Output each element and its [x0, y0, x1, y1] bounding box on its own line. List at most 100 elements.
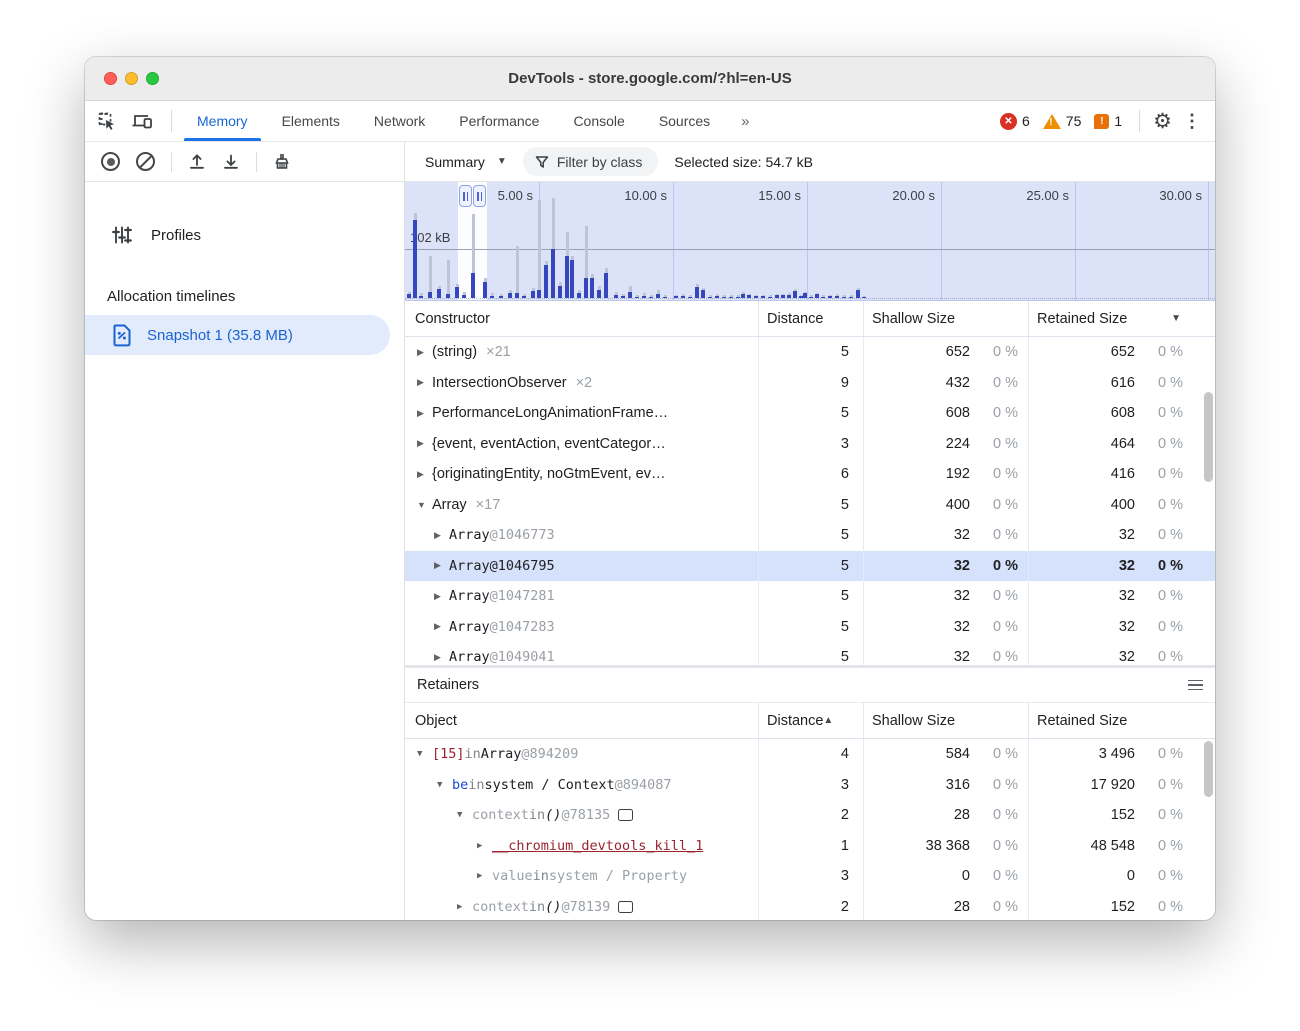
tab-network[interactable]: Network — [357, 101, 442, 141]
load-profile-icon[interactable] — [188, 153, 206, 171]
save-profile-icon[interactable] — [222, 153, 240, 171]
column-header-distance[interactable]: Distance — [758, 301, 863, 336]
table-row[interactable]: ▶Array @10467735320 %320 % — [405, 520, 1215, 551]
expander-icon[interactable]: ▶ — [434, 591, 449, 602]
selected-size-label: Selected size: 54.7 kB — [674, 154, 813, 170]
divider — [171, 110, 172, 132]
distance-cell: 2 — [758, 892, 863, 921]
distance-cell: 2 — [758, 800, 863, 831]
live-bar — [803, 293, 807, 298]
expander-icon[interactable]: ▶ — [434, 530, 449, 541]
console-warnings-badge[interactable]: 75 — [1043, 113, 1082, 129]
zoom-window-button[interactable] — [146, 72, 159, 85]
column-header-object[interactable]: Object — [405, 703, 758, 738]
vertical-scrollbar-thumb[interactable] — [1204, 392, 1213, 482]
frame-icon — [618, 809, 633, 821]
expander-icon[interactable]: ▶ — [477, 841, 492, 851]
constructor-cell: ▼Array×17 — [405, 490, 758, 521]
tab-console[interactable]: Console — [556, 101, 641, 141]
live-bar — [856, 290, 860, 298]
tab-elements[interactable]: Elements — [265, 101, 357, 141]
column-header-retained-size[interactable]: Retained Size — [1028, 703, 1215, 738]
expander-icon[interactable]: ▼ — [417, 749, 432, 759]
expander-icon[interactable]: ▶ — [434, 621, 449, 632]
table-row[interactable]: ▶__chromium_devtools_kill_1138 3680 %48 … — [405, 831, 1215, 862]
expander-icon[interactable]: ▶ — [477, 871, 492, 881]
expander-icon[interactable]: ▼ — [457, 810, 472, 820]
tab-sources[interactable]: Sources — [642, 101, 727, 141]
table-row[interactable]: ▶Array @10472815320 %320 % — [405, 581, 1215, 612]
record-heap-icon[interactable] — [101, 152, 120, 171]
column-header-shallow-size[interactable]: Shallow Size — [863, 301, 1028, 336]
vertical-scrollbar-thumb[interactable] — [1204, 741, 1213, 797]
kebab-menu-icon[interactable]: ⋮ — [1181, 112, 1201, 130]
table-row[interactable]: ▶Array @10490415320 %320 % — [405, 642, 1215, 665]
shallow-size-cell: 38 3680 % — [863, 831, 1028, 862]
allocated-bar — [447, 260, 450, 298]
table-row[interactable]: ▶value in system / Property300 %00 % — [405, 861, 1215, 892]
live-bar — [590, 278, 594, 298]
sidebar-item-snapshot-1[interactable]: Snapshot 1 (35.8 MB) — [85, 315, 390, 355]
expander-icon[interactable]: ▼ — [437, 780, 452, 790]
delete-profiles-brush-icon[interactable] — [273, 152, 291, 172]
error-icon: ✕ — [1000, 113, 1017, 130]
issues-badge[interactable]: ! 1 — [1094, 113, 1122, 129]
console-errors-badge[interactable]: ✕ 6 — [1000, 113, 1030, 130]
column-header-shallow-size[interactable]: Shallow Size — [863, 703, 1028, 738]
shallow-size-cell: 320 % — [863, 551, 1028, 582]
retained-size-cell: 3 4960 % — [1028, 739, 1215, 770]
column-header-constructor[interactable]: Constructor — [405, 301, 758, 336]
retained-size-cell: 00 % — [1028, 861, 1215, 892]
column-header-retained-size[interactable]: Retained Size ▼ — [1028, 301, 1215, 336]
table-row[interactable]: ▶(string)×2156520 %6520 % — [405, 337, 1215, 368]
perspective-select[interactable]: Summary ▼ — [419, 150, 513, 174]
table-row[interactable]: ▶PerformanceLongAnimationFrame…56080 %60… — [405, 398, 1215, 429]
clear-icon[interactable] — [136, 152, 155, 171]
expander-icon[interactable]: ▶ — [417, 377, 432, 388]
table-row[interactable]: ▼be in system / Context @89408733160 %17… — [405, 770, 1215, 801]
table-row[interactable]: ▶context in () @781392280 %1520 % — [405, 892, 1215, 921]
profiles-header[interactable]: Profiles — [85, 216, 404, 254]
expander-icon[interactable]: ▶ — [457, 902, 472, 912]
column-header-distance[interactable]: Distance▲ — [758, 703, 863, 738]
table-row[interactable]: ▶{originatingEntity, noGtmEvent, ev…6192… — [405, 459, 1215, 490]
retained-size-cell: 320 % — [1028, 642, 1215, 665]
distance-cell: 5 — [758, 581, 863, 612]
tab-memory[interactable]: Memory — [180, 101, 265, 141]
more-tabs-button[interactable]: » — [727, 101, 762, 141]
table-row[interactable]: ▶Array @10467955320 %320 % — [405, 551, 1215, 582]
expander-icon[interactable]: ▶ — [417, 438, 432, 449]
allocation-timeline-chart[interactable]: 5.00 s10.00 s15.00 s20.00 s25.00 s30.00 … — [405, 182, 1215, 301]
table-row[interactable]: ▶Array @10472835320 %320 % — [405, 612, 1215, 643]
tab-performance[interactable]: Performance — [442, 101, 556, 141]
expander-icon[interactable]: ▶ — [434, 652, 449, 663]
selection-handle-right[interactable] — [473, 185, 486, 207]
live-bar — [483, 282, 487, 298]
live-bar — [781, 295, 785, 298]
expander-icon[interactable]: ▶ — [434, 560, 449, 571]
object-cell: ▼be in system / Context @894087 — [405, 770, 758, 801]
live-bar — [446, 294, 450, 298]
selection-handle-left[interactable] — [459, 185, 472, 207]
close-window-button[interactable] — [104, 72, 117, 85]
distance-cell: 5 — [758, 642, 863, 665]
table-row[interactable]: ▼context in () @781352280 %1520 % — [405, 800, 1215, 831]
hamburger-menu-icon[interactable] — [1188, 680, 1203, 691]
expander-icon[interactable]: ▶ — [417, 347, 432, 358]
retained-size-cell: 4000 % — [1028, 490, 1215, 521]
device-toolbar-icon[interactable] — [131, 112, 153, 130]
filter-by-class-input[interactable]: Filter by class — [523, 147, 659, 176]
table-row[interactable]: ▼[15] in Array @89420945840 %3 4960 % — [405, 739, 1215, 770]
table-row[interactable]: ▼Array×1754000 %4000 % — [405, 490, 1215, 521]
settings-gear-icon[interactable]: ⚙ — [1153, 111, 1172, 132]
live-bar — [681, 296, 685, 298]
table-row[interactable]: ▶IntersectionObserver×294320 %6160 % — [405, 368, 1215, 399]
expander-icon[interactable]: ▶ — [417, 469, 432, 480]
table-row[interactable]: ▶{event, eventAction, eventCategor…32240… — [405, 429, 1215, 460]
inspect-element-icon[interactable] — [97, 111, 117, 131]
minimize-window-button[interactable] — [125, 72, 138, 85]
retained-size-cell: 17 9200 % — [1028, 770, 1215, 801]
expander-icon[interactable]: ▶ — [417, 408, 432, 419]
expander-icon[interactable]: ▼ — [417, 500, 432, 510]
traffic-lights — [104, 57, 159, 100]
